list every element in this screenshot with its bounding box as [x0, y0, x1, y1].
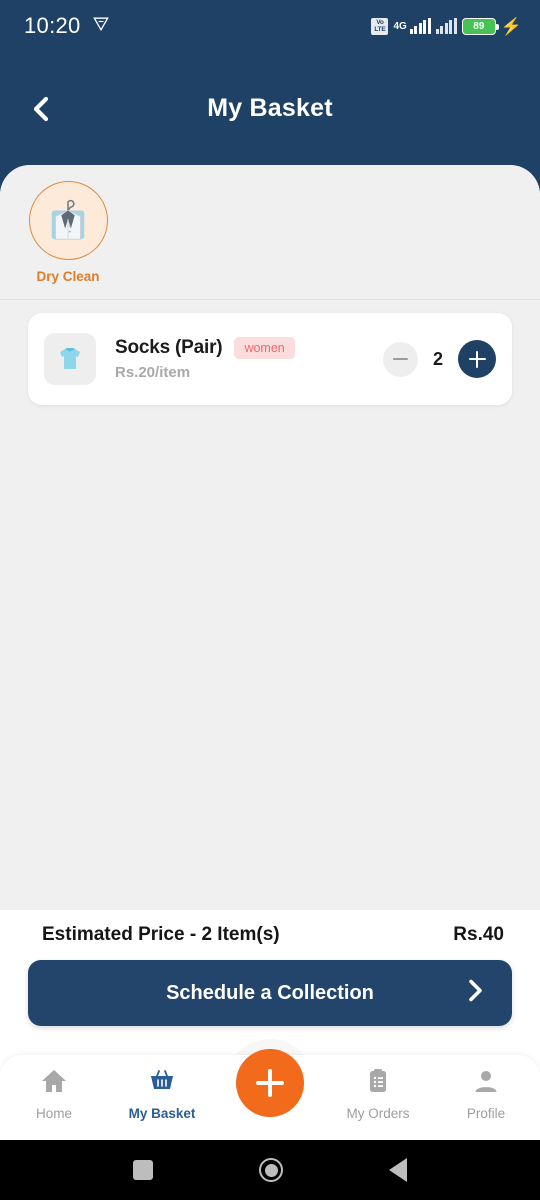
battery-percent-label: 89	[473, 20, 485, 32]
decrement-quantity-button[interactable]	[383, 341, 418, 377]
basket-icon	[148, 1067, 176, 1100]
basket-item-title-row: Socks (Pair) women	[115, 337, 383, 359]
add-item-fab[interactable]	[236, 1049, 304, 1117]
nav-label-home: Home	[35, 1106, 72, 1121]
volte-icon: Vo LTE	[371, 17, 389, 35]
battery-icon: 89	[461, 17, 499, 35]
estimated-price-label: Estimated Price - 2 Item(s)	[42, 924, 280, 945]
basket-item-price: Rs.20/item	[115, 364, 191, 381]
nav-label-my-orders: My Orders	[346, 1106, 410, 1121]
basket-item-row[interactable]: Socks (Pair) women Rs.20/item 2	[28, 313, 512, 405]
android-system-nav	[0, 1140, 540, 1200]
home-icon	[40, 1067, 68, 1100]
volte-line2: LTE	[374, 26, 386, 33]
tshirt-icon	[44, 333, 96, 385]
checkout-footer: Estimated Price - 2 Item(s) Rs.40 Schedu…	[0, 910, 540, 1055]
signal-bars-sim2-icon	[435, 18, 457, 34]
nav-label-my-basket: My Basket	[128, 1106, 196, 1121]
schedule-collection-label: Schedule a Collection	[166, 981, 374, 1004]
category-label: Dry Clean	[36, 269, 100, 284]
status-badge: women	[234, 337, 295, 359]
estimated-price-value: Rs.40	[453, 924, 504, 945]
circle-home-icon[interactable]	[259, 1158, 283, 1182]
category-item-dry-clean[interactable]: Dry Clean	[22, 181, 114, 284]
vpn-shield-icon	[91, 14, 111, 39]
quantity-stepper: 2	[383, 340, 496, 378]
triangle-back-icon[interactable]	[389, 1158, 407, 1182]
increment-quantity-button[interactable]	[458, 340, 496, 378]
nav-item-my-orders[interactable]: My Orders	[324, 1067, 432, 1121]
square-recents-icon[interactable]	[133, 1160, 153, 1180]
status-bar-right: Vo LTE 4G 89 ⚡	[371, 16, 522, 36]
basket-item-info: Socks (Pair) women Rs.20/item	[115, 337, 383, 381]
nav-item-home[interactable]: Home	[0, 1067, 108, 1121]
signal-bars-sim1-icon	[409, 18, 431, 34]
chevron-right-icon	[464, 977, 486, 1010]
app-bar: My Basket	[0, 52, 540, 165]
dry-clean-suit-icon	[28, 181, 108, 260]
minus-icon	[393, 357, 408, 361]
category-filter-row: Dry Clean	[0, 165, 540, 300]
network-type-label: 4G	[393, 20, 407, 32]
page-title: My Basket	[207, 94, 333, 122]
basket-sheet: Dry Clean Socks (Pair) women Rs.20/item	[0, 165, 540, 910]
quantity-value: 2	[432, 348, 443, 369]
charging-bolt-icon: ⚡	[500, 16, 522, 36]
clipboard-list-icon	[364, 1067, 392, 1100]
nav-label-profile: Profile	[466, 1106, 506, 1121]
nav-item-my-basket[interactable]: My Basket	[108, 1067, 216, 1121]
volte-line1: Vo	[376, 18, 384, 26]
back-button[interactable]	[18, 86, 64, 132]
estimated-price-row: Estimated Price - 2 Item(s) Rs.40	[0, 910, 540, 946]
schedule-collection-button[interactable]: Schedule a Collection	[28, 960, 512, 1026]
status-bar: 10:20 Vo LTE 4G 89 ⚡	[0, 0, 540, 52]
phone-screen: 10:20 Vo LTE 4G 89 ⚡ My Basket Dry Clean…	[0, 0, 540, 1200]
basket-item-name: Socks (Pair)	[115, 337, 223, 358]
nav-item-profile[interactable]: Profile	[432, 1067, 540, 1121]
bottom-navigation: Home My Basket My Orders Profile	[0, 1039, 540, 1140]
basket-item-list: Socks (Pair) women Rs.20/item 2	[0, 300, 540, 405]
status-bar-left: 10:20	[24, 13, 111, 39]
person-icon	[472, 1067, 500, 1100]
status-clock: 10:20	[24, 13, 81, 38]
